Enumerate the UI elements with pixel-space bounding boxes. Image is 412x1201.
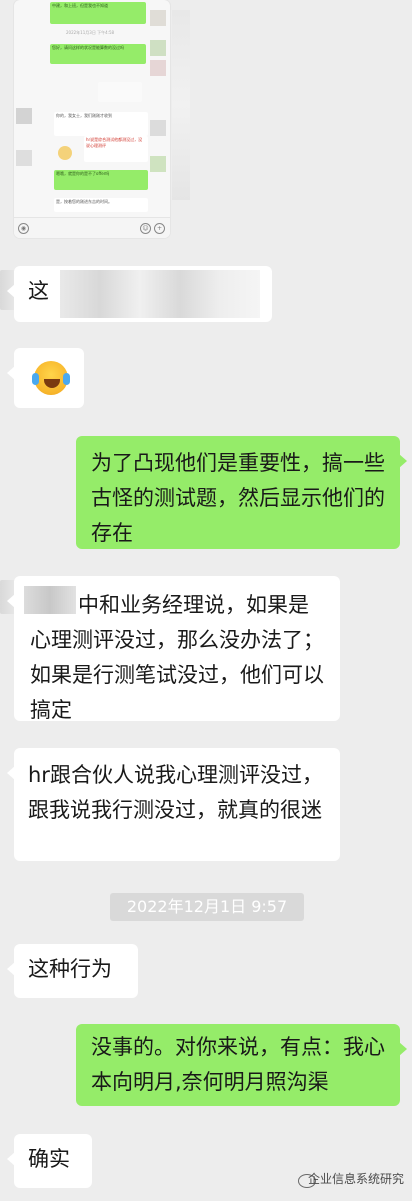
watermark: 企业信息系统研究 <box>307 1172 404 1186</box>
message-text: 为了凸现他们是重要性，搞一些古怪的测试题，然后显示他们的存在 <box>91 451 385 545</box>
mini-bubble: 嗯哦，就是你的是不了offer吗 <box>54 170 148 190</box>
message-text: hr跟合伙人说我心理测评没过，跟我说我行测没过，就真的很迷 <box>28 763 323 822</box>
mini-timestamp: 2022年11月3日 下午4:58 <box>66 30 115 35</box>
mini-bubble: 您好，请问这样的状况是能算数的没过吗 <box>50 44 146 64</box>
mini-image <box>98 82 142 102</box>
blurred-text <box>24 586 76 614</box>
mosaic-block <box>150 156 166 172</box>
mosaic-block <box>150 60 166 76</box>
message-bubble[interactable]: 这种行为 <box>7 944 138 998</box>
mosaic-block <box>58 146 72 160</box>
emoji-bubble[interactable] <box>7 348 84 408</box>
mosaic-block <box>16 108 32 124</box>
message-bubble[interactable]: hr跟合伙人说我心理测评没过，跟我说我行测没过，就真的很迷 <box>7 748 340 861</box>
mini-bubble: 你的，我女士，我们刚刚才收到 <box>54 112 148 136</box>
voice-icon: ◉ <box>18 223 29 234</box>
message-bubble[interactable]: 中和业务经理说，如果是心理测评没过，那么没办法了；如果是行测笔试没过，他们可以搞… <box>7 576 340 722</box>
mini-bubble: 中建，和上班，但是我也不知道 <box>50 2 146 24</box>
message-text: 确实 <box>28 1147 70 1171</box>
mini-bubble: 是，按着您的刚进东吉的时间。 <box>54 198 148 212</box>
blurred-text <box>60 270 260 318</box>
message-bubble[interactable]: 为了凸现他们是重要性，搞一些古怪的测试题，然后显示他们的存在 <box>76 436 407 549</box>
input-bar: ◉ ☺ + <box>14 217 170 238</box>
timestamp: 2022年12月1日 9:57 <box>110 893 304 921</box>
crying-laughing-emoji-icon <box>32 361 70 395</box>
mini-bubble: hr说是综合测试他都测没过，没说心理测评 <box>84 136 148 162</box>
message-text: 这 <box>28 279 49 303</box>
message-bubble[interactable]: 没事的。对你来说，有点：我心本向明月,奈何明月照沟渠 <box>76 1024 407 1106</box>
message-text: 这种行为 <box>28 957 112 981</box>
tear-icon <box>32 373 39 385</box>
message-bubble[interactable]: 这 <box>7 266 272 322</box>
image-message[interactable]: 中建，和上班，但是我也不知道 2022年11月3日 下午4:58 您好，请问这样… <box>14 0 170 238</box>
mosaic-block <box>150 10 166 26</box>
mosaic-block <box>150 40 166 56</box>
message-text: 没事的。对你来说，有点：我心本向明月,奈何明月照沟渠 <box>91 1035 385 1094</box>
plus-icon: + <box>154 223 165 234</box>
blurred-area <box>172 10 190 200</box>
message-bubble[interactable]: 确实 <box>7 1134 92 1188</box>
mosaic-block <box>150 120 166 136</box>
mouth-icon <box>44 379 60 388</box>
emoji-icon: ☺ <box>140 223 151 234</box>
tear-icon <box>63 373 70 385</box>
mosaic-block <box>16 150 32 166</box>
